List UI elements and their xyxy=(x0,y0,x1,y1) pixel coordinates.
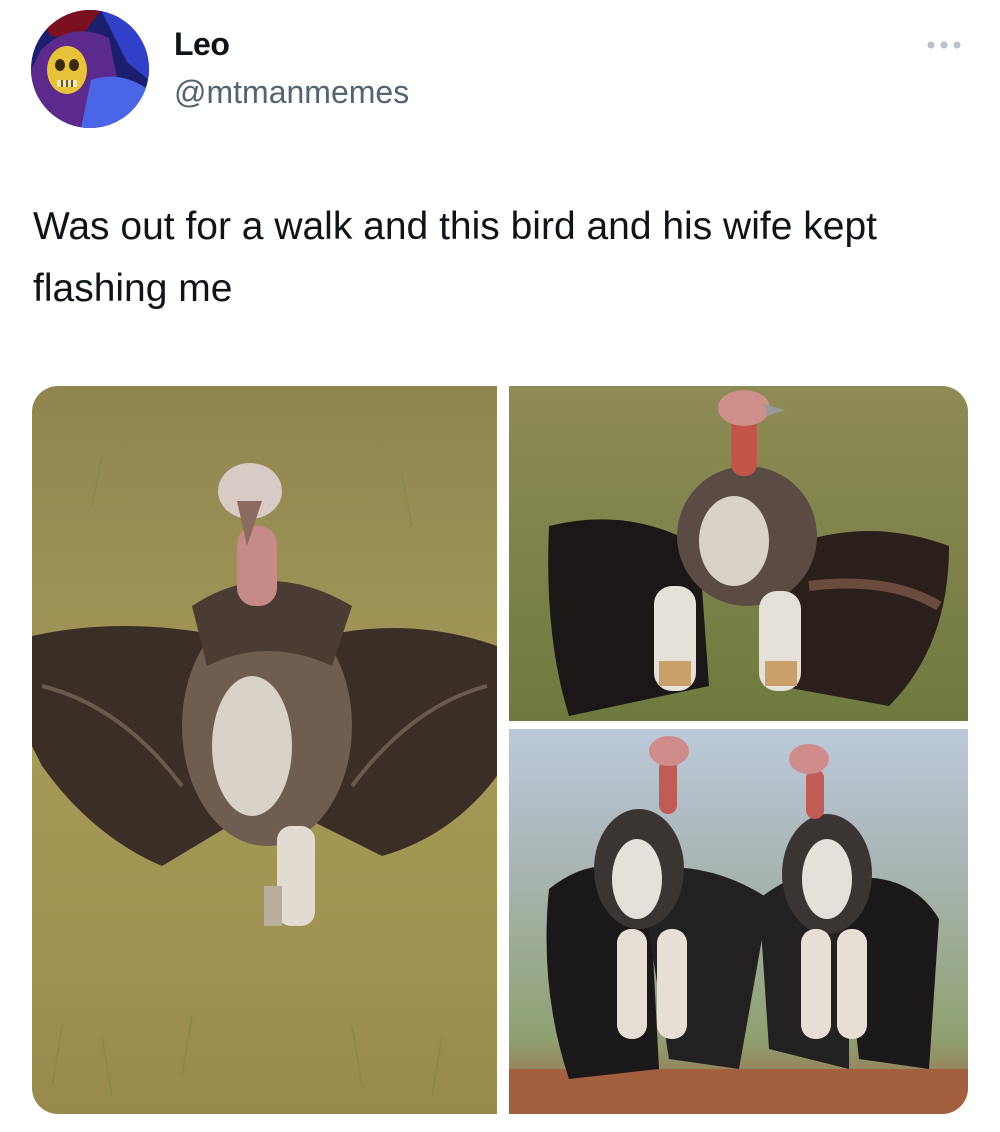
vulture-image xyxy=(509,386,968,721)
photo-vulture-left[interactable] xyxy=(32,386,497,1114)
media-grid xyxy=(32,386,968,1114)
photo-vulture-top-right[interactable] xyxy=(509,386,968,721)
author-handle[interactable]: @mtmanmemes xyxy=(174,74,409,111)
more-options-button[interactable] xyxy=(922,30,966,60)
more-horizontal-icon xyxy=(927,41,961,49)
tweet-text: Was out for a walk and this bird and his… xyxy=(33,205,877,310)
author-display-name[interactable]: Leo xyxy=(174,26,230,63)
skeletor-avatar-icon xyxy=(31,10,149,128)
vulture-image xyxy=(509,729,968,1114)
vulture-image xyxy=(32,386,497,1114)
photo-two-vultures[interactable] xyxy=(509,729,968,1114)
tweet: Leo @mtmanmemes Was out for a walk and t… xyxy=(0,0,1000,1132)
author-avatar[interactable] xyxy=(31,10,149,128)
